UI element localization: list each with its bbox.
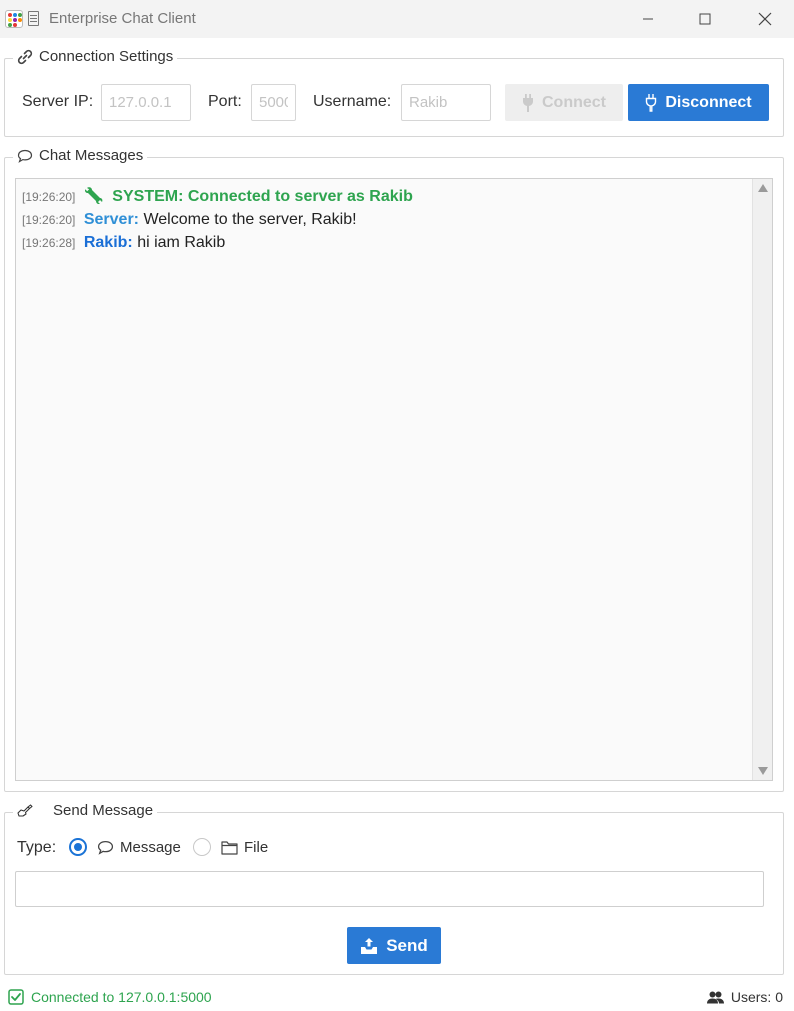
message-option-label[interactable]: Message (120, 839, 181, 856)
message-sender: Server: (83, 211, 139, 228)
list-item: [19:26:28] Rakib: hi iam Rakib (22, 231, 742, 254)
send-message-title: Send Message (53, 802, 154, 819)
connect-button[interactable]: Connect (505, 84, 623, 121)
send-label: Send (386, 935, 428, 955)
file-option-label[interactable]: File (244, 839, 268, 856)
users-count: Users: 0 (706, 989, 783, 1005)
message-sender: SYSTEM: (112, 188, 184, 205)
folder-icon (221, 841, 238, 855)
chat-messages-group: Chat Messages [19:26:20] SYSTEM: Connect… (4, 147, 784, 792)
message-text: Connected to server as Rakib (187, 188, 413, 205)
message-text: hi iam Rakib (137, 234, 226, 251)
wrench-icon (84, 187, 103, 205)
link-icon (17, 49, 33, 64)
message-timestamp: [19:26:20] (22, 190, 76, 204)
send-message-group: Send Message Type: Message File Send (4, 802, 784, 975)
users-icon (706, 991, 724, 1003)
list-item: [19:26:20] SYSTEM: Connected to server a… (22, 185, 742, 208)
message-timestamp: [19:26:28] (22, 236, 76, 250)
plug-icon (523, 93, 533, 112)
window-title: Enterprise Chat Client (49, 10, 196, 27)
connection-status: Connected to 127.0.0.1:5000 (8, 989, 212, 1005)
connection-settings-title: Connection Settings (39, 48, 174, 65)
send-button[interactable]: Send (347, 927, 441, 964)
port-label: Port: (208, 93, 242, 110)
message-list: [19:26:20] SYSTEM: Connected to server a… (22, 185, 742, 254)
minimize-button[interactable] (620, 0, 676, 38)
speech-bubble-icon (97, 841, 114, 855)
server-ip-field[interactable] (101, 84, 191, 121)
server-ip-label: Server IP: (22, 93, 94, 110)
disconnect-button[interactable]: Disconnect (628, 84, 769, 121)
file-radio[interactable] (193, 838, 211, 856)
title-bar: Enterprise Chat Client (0, 0, 794, 38)
app-logo-icon (5, 10, 23, 28)
plug-icon (646, 93, 657, 112)
scroll-down-button[interactable] (753, 762, 773, 780)
message-radio[interactable] (69, 838, 87, 856)
document-icon (28, 11, 39, 26)
maximize-button[interactable] (677, 0, 733, 38)
outbox-tray-icon (361, 937, 378, 954)
chat-messages-legend: Chat Messages (13, 147, 148, 164)
writing-hand-icon (17, 803, 33, 817)
close-icon (758, 12, 772, 26)
connection-settings-group: Connection Settings Server IP: Port: Use… (4, 48, 784, 137)
chat-scrollbar[interactable] (752, 179, 772, 780)
scroll-up-button[interactable] (753, 179, 773, 197)
chat-messages-title: Chat Messages (39, 147, 144, 164)
message-timestamp: [19:26:20] (22, 213, 76, 227)
speech-bubble-icon (17, 149, 33, 163)
arrow-down-icon (758, 767, 768, 775)
message-sender: Rakib: (83, 234, 133, 251)
message-text: Welcome to the server, Rakib! (143, 211, 357, 228)
checkbox-icon (8, 989, 24, 1005)
maximize-icon (699, 13, 711, 25)
list-item: [19:26:20] Server: Welcome to the server… (22, 208, 742, 231)
connection-status-text: Connected to 127.0.0.1:5000 (31, 989, 212, 1005)
users-count-text: Users: 0 (730, 989, 783, 1005)
type-label: Type: (17, 839, 57, 856)
username-field[interactable] (401, 84, 491, 121)
disconnect-label: Disconnect (665, 93, 752, 111)
close-button[interactable] (737, 0, 793, 38)
arrow-up-icon (758, 184, 768, 192)
connection-settings-legend: Connection Settings (13, 48, 178, 65)
username-label: Username: (313, 93, 392, 110)
port-field[interactable] (251, 84, 296, 121)
send-message-legend: Send Message (13, 802, 158, 819)
message-input[interactable] (15, 871, 764, 907)
chat-log[interactable]: [19:26:20] SYSTEM: Connected to server a… (15, 178, 773, 781)
connect-label: Connect (542, 93, 606, 111)
minimize-icon (643, 18, 653, 20)
